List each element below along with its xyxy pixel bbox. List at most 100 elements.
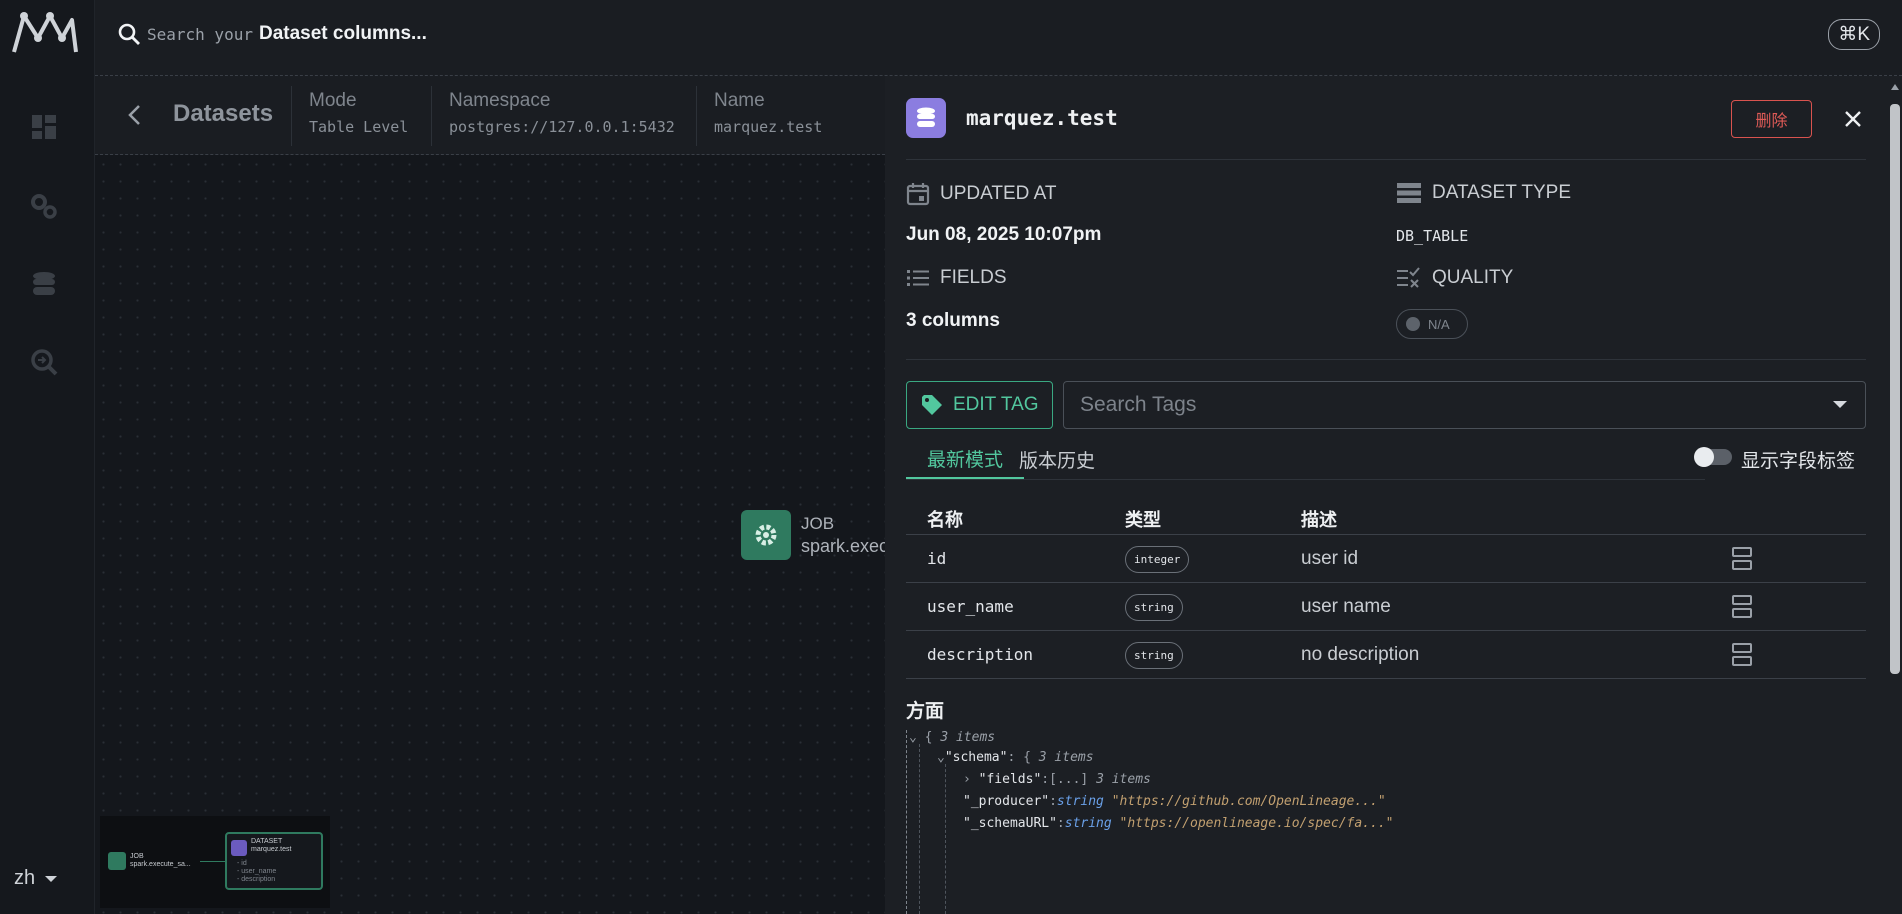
back-chevron-icon[interactable] — [123, 103, 147, 127]
table-bottom-border — [906, 678, 1866, 679]
chevron-right-icon: › — [963, 772, 971, 787]
column-header-type: 类型 — [1125, 510, 1161, 530]
delete-button[interactable]: 删除 — [1731, 100, 1812, 138]
json-schema-count: 3 items — [1038, 750, 1094, 765]
field-name: id — [927, 549, 947, 568]
job-node[interactable]: JOB spark.exec — [741, 510, 888, 560]
language-label: zh — [14, 867, 36, 889]
dataset-detail-drawer: marquez.test 删除 UPDATED AT Jun 08, 2025 … — [885, 76, 1902, 914]
search-tags-select[interactable]: Search Tags — [1063, 381, 1866, 429]
json-type: string — [1056, 794, 1104, 809]
scroll-up-arrow-icon[interactable] — [1891, 84, 1899, 90]
breadcrumb-title[interactable]: Datasets — [173, 100, 273, 128]
table-row: user_name string user name — [906, 582, 1866, 630]
json-key: "schema" — [944, 750, 1008, 765]
divider — [906, 359, 1866, 360]
expand-row-icon[interactable] — [1732, 547, 1754, 571]
search-prefix-text: Search your — [147, 24, 253, 44]
json-key: "_producer" — [963, 794, 1050, 809]
dataset-type-label: DATASET TYPE — [1432, 182, 1572, 203]
show-field-tags-toggle[interactable] — [1694, 447, 1732, 467]
minimap-field: - id — [237, 860, 247, 867]
minimap-dataset-icon — [231, 840, 247, 856]
list-icon — [907, 270, 929, 286]
breadcrumb-name-value: marquez.test — [714, 118, 823, 136]
chevron-down-icon: ⌄ — [909, 730, 917, 745]
quality-rule-icon — [1397, 267, 1420, 288]
edit-tag-button[interactable]: EDIT TAG — [906, 381, 1053, 429]
updated-at-header: UPDATED AT — [906, 182, 1056, 206]
minimap-job-name: spark.execute_sa... — [130, 861, 191, 868]
search-tags-placeholder: Search Tags — [1080, 393, 1197, 416]
column-header-name: 名称 — [927, 510, 963, 530]
minimap-field: - user_name — [237, 868, 277, 875]
search-target-text: Dataset columns... — [258, 23, 427, 44]
top-bar: Search your Dataset columns... ⌘K — [95, 0, 1902, 76]
jobs-gears-icon[interactable] — [27, 189, 61, 223]
marquez-logo[interactable] — [10, 8, 80, 58]
search-icon — [118, 23, 140, 45]
close-icon[interactable] — [1838, 104, 1868, 134]
breadcrumb-name: Name marquez.test — [696, 86, 822, 146]
json-indent-guide — [919, 744, 920, 914]
json-fields-count: 3 items — [1096, 772, 1151, 787]
field-description: user id — [1301, 548, 1359, 569]
json-key: "_schemaURL" — [963, 816, 1057, 831]
field-description: no description — [1301, 644, 1420, 665]
scrollbar-thumb[interactable] — [1890, 104, 1900, 674]
json-schema-line[interactable]: ⌄"schema": { 3 items — [937, 750, 1094, 765]
search-events-icon[interactable] — [27, 345, 61, 379]
breadcrumb-mode-value: Table Level — [309, 118, 409, 136]
dataset-name-heading: marquez.test — [966, 106, 1118, 130]
breadcrumb-namespace: Namespace postgres://127.0.0.1:5432 — [431, 86, 675, 146]
chevron-down-icon: ⌄ — [937, 750, 945, 765]
minimap-job-icon — [108, 852, 126, 870]
datasets-database-icon[interactable] — [27, 267, 61, 301]
storage-icon — [1397, 183, 1421, 203]
toggle-knob — [1694, 447, 1714, 467]
field-type-chip: string — [1125, 642, 1183, 669]
breadcrumb-namespace-label: Namespace — [449, 90, 551, 111]
facets-title: 方面 — [906, 701, 945, 722]
quality-status-text: N/A — [1428, 316, 1450, 332]
global-search[interactable]: Search your Dataset columns... — [117, 22, 427, 46]
quality-header: QUALITY — [1396, 267, 1513, 289]
tabs-underline — [906, 479, 1705, 480]
field-name: user_name — [927, 597, 1014, 616]
tag-icon — [922, 395, 942, 415]
json-root-line[interactable]: ⌄ { 3 items — [909, 730, 995, 745]
minimap-field: - description — [237, 876, 276, 883]
dataset-type-header: DATASET TYPE — [1396, 182, 1571, 204]
language-selector[interactable]: zh — [14, 867, 58, 890]
job-node-kind: JOB — [801, 513, 835, 533]
json-key: "fields" — [978, 772, 1042, 787]
dataset-type-value: DB_TABLE — [1396, 227, 1469, 245]
column-header-description: 描述 — [1301, 510, 1337, 530]
tab-version-history[interactable]: 版本历史 — [998, 439, 1116, 479]
breadcrumb-name-label: Name — [714, 90, 765, 111]
minimap-dataset-node: DATASET marquez.test - id - user_name - … — [225, 832, 323, 890]
quality-label: QUALITY — [1432, 267, 1514, 288]
drawer-scrollbar[interactable] — [1888, 76, 1902, 914]
show-field-tags-label: 显示字段标签 — [1741, 451, 1856, 472]
breadcrumb-mode-label: Mode — [309, 90, 357, 111]
dashboard-icon[interactable] — [27, 110, 61, 144]
expand-row-icon[interactable] — [1732, 595, 1754, 619]
field-description: user name — [1301, 596, 1391, 617]
json-fields-line[interactable]: › "fields":[...] 3 items — [963, 772, 1151, 787]
json-schemaurl-line: "_schemaURL":string "https://openlineage… — [963, 816, 1394, 831]
lineage-canvas[interactable]: JOB spark.exec JOB spark.execute_sa... D… — [95, 156, 888, 914]
minimap[interactable]: JOB spark.execute_sa... DATASET marquez.… — [100, 816, 330, 908]
json-collapsed: [...] — [1049, 772, 1089, 787]
expand-row-icon[interactable] — [1732, 643, 1754, 667]
divider — [906, 159, 1866, 160]
field-type-chip: integer — [1125, 546, 1190, 573]
table-row: description string no description — [906, 630, 1866, 678]
quality-status-dot — [1406, 317, 1420, 331]
breadcrumb: Datasets Mode Table Level Namespace post… — [95, 76, 885, 155]
json-indent-guide — [945, 764, 946, 914]
breadcrumb-namespace-value: postgres://127.0.0.1:5432 — [449, 118, 675, 136]
chevron-down-icon — [45, 875, 58, 882]
updated-at-label: UPDATED AT — [940, 183, 1057, 204]
fields-label: FIELDS — [940, 267, 1007, 288]
